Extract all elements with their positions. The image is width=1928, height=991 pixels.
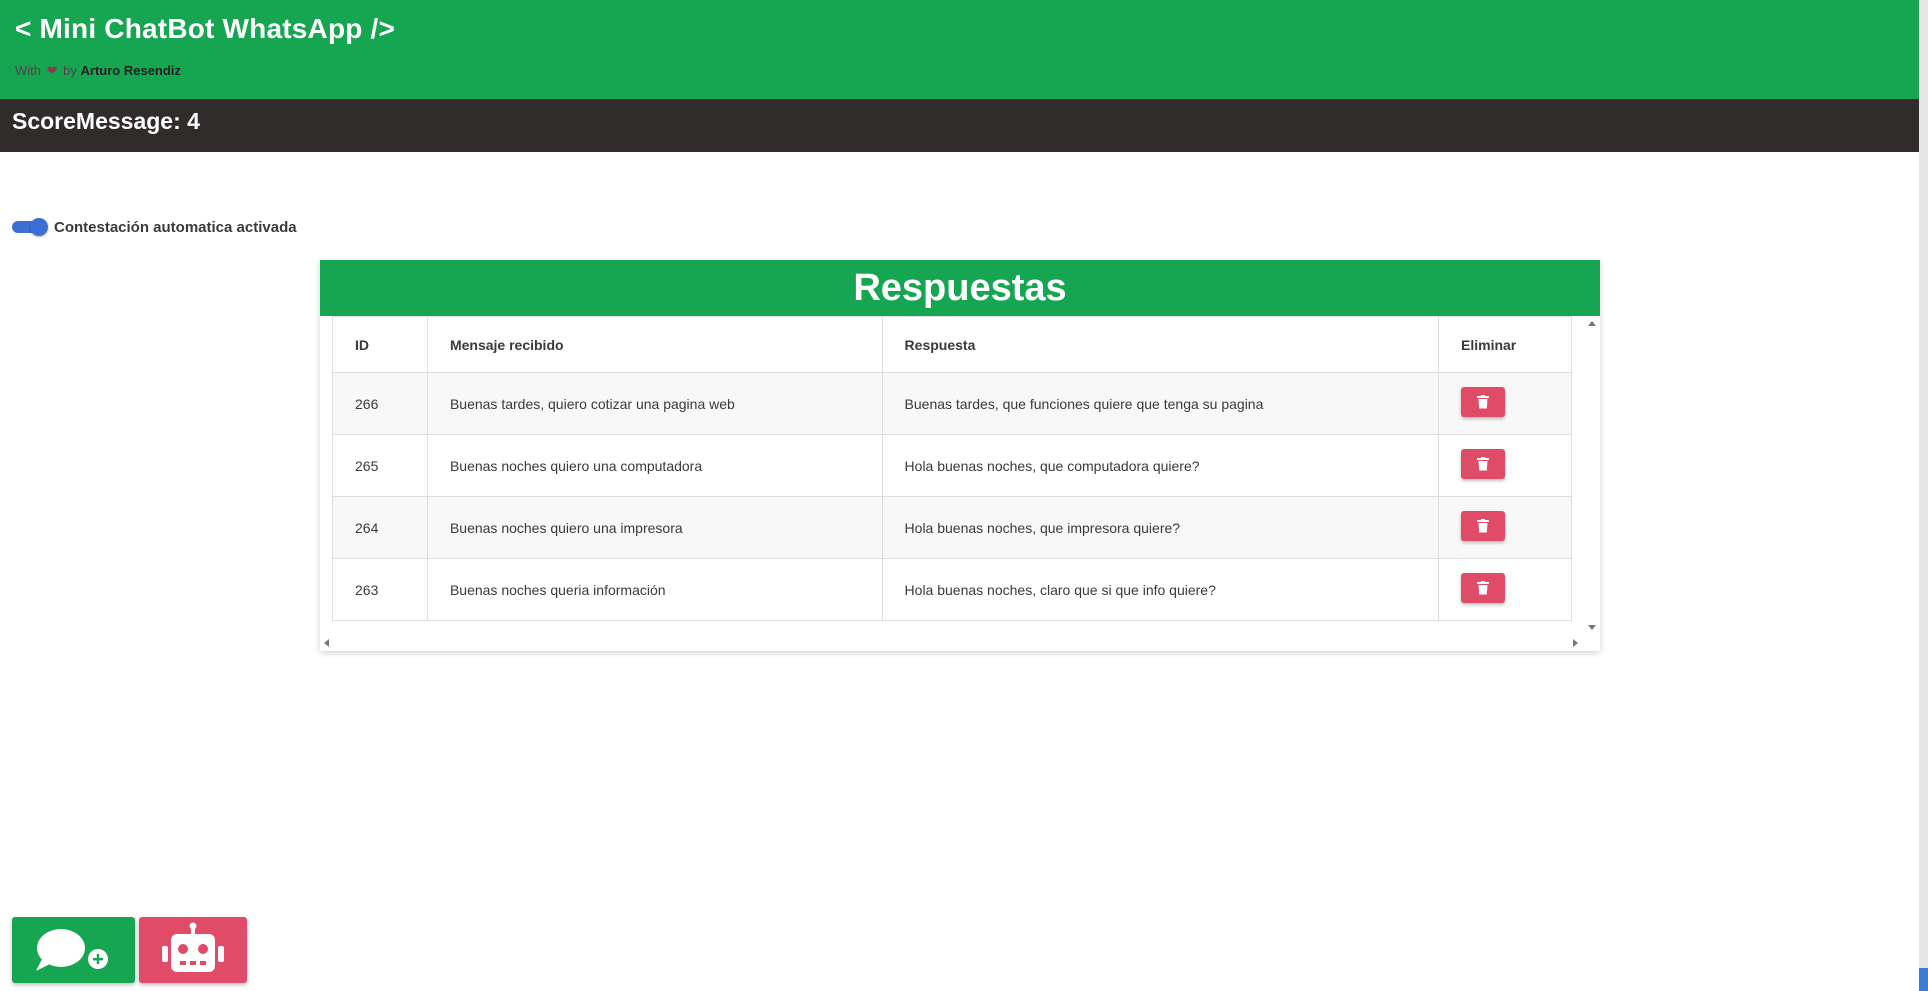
page-scrollbar[interactable] (1919, 0, 1928, 991)
credits-prefix: With (15, 63, 41, 78)
score-bar (0, 99, 1919, 152)
cell-response: Hola buenas noches, que computadora quie… (881, 434, 1440, 497)
scroll-right-arrow[interactable] (1573, 639, 1578, 647)
table-row: 264 Buenas noches quiero una impresora H… (332, 496, 1572, 559)
app-title: < Mini ChatBot WhatsApp /> (15, 13, 396, 44)
toggle-knob (30, 218, 48, 236)
cell-response: Hola buenas noches, claro que si que inf… (881, 558, 1440, 621)
delete-button[interactable] (1461, 387, 1506, 417)
responses-title: Respuestas (853, 267, 1067, 309)
new-chat-button[interactable] (12, 917, 135, 983)
cell-id: 264 (332, 496, 428, 559)
trash-icon (1477, 457, 1490, 471)
scroll-down-arrow[interactable] (1588, 625, 1596, 630)
credits: With ❤ by Arturo Resendiz (15, 63, 181, 79)
scroll-up-arrow[interactable] (1588, 321, 1596, 326)
column-header-delete: Eliminar (1438, 316, 1572, 373)
robot-icon (162, 922, 224, 972)
column-header-message: Mensaje recibido (426, 316, 883, 373)
delete-button[interactable] (1461, 511, 1506, 541)
chat-plus-icon (36, 929, 110, 971)
scroll-left-arrow[interactable] (324, 639, 329, 647)
cell-delete (1438, 496, 1572, 559)
heart-icon: ❤ (46, 63, 58, 78)
score-message: ScoreMessage: 4 (12, 108, 200, 134)
cell-delete (1438, 558, 1572, 621)
cell-response: Hola buenas noches, que impresora quiere… (881, 496, 1440, 559)
trash-icon (1477, 581, 1490, 595)
responses-table-wrap[interactable]: ID Mensaje recibido Respuesta Eliminar 2… (332, 316, 1572, 621)
delete-button[interactable] (1461, 573, 1506, 603)
table-header-row: ID Mensaje recibido Respuesta Eliminar (332, 316, 1572, 373)
trash-icon (1477, 519, 1490, 533)
responses-table: ID Mensaje recibido Respuesta Eliminar 2… (332, 316, 1572, 621)
cell-id: 263 (332, 558, 428, 621)
auto-reply-toggle[interactable] (12, 218, 48, 236)
table-row: 265 Buenas noches quiero una computadora… (332, 434, 1572, 497)
cell-delete (1438, 434, 1572, 497)
author-link[interactable]: Arturo Resendiz (81, 63, 181, 78)
cell-response: Buenas tardes, que funciones quiere que … (881, 372, 1440, 435)
delete-button[interactable] (1461, 449, 1506, 479)
responses-card: Respuestas ID Mensaje recibido Respuesta… (320, 260, 1600, 651)
cell-delete (1438, 372, 1572, 435)
table-row: 263 Buenas noches queria información Hol… (332, 558, 1572, 621)
auto-reply-label: Contestación automatica activada (54, 219, 297, 236)
page: < Mini ChatBot WhatsApp /> With ❤ by Art… (0, 0, 1928, 991)
table-row: 266 Buenas tardes, quiero cotizar una pa… (332, 372, 1572, 435)
column-header-response: Respuesta (881, 316, 1440, 373)
cell-message: Buenas noches quiero una impresora (426, 496, 883, 559)
credits-middle: by (63, 63, 77, 78)
column-header-id: ID (332, 316, 428, 373)
cell-message: Buenas noches queria información (426, 558, 883, 621)
cell-message: Buenas noches quiero una computadora (426, 434, 883, 497)
trash-icon (1477, 395, 1490, 409)
cell-message: Buenas tardes, quiero cotizar una pagina… (426, 372, 883, 435)
bot-button[interactable] (139, 917, 247, 983)
cell-id: 266 (332, 372, 428, 435)
cell-id: 265 (332, 434, 428, 497)
page-scrollbar-thumb[interactable] (1919, 968, 1928, 991)
